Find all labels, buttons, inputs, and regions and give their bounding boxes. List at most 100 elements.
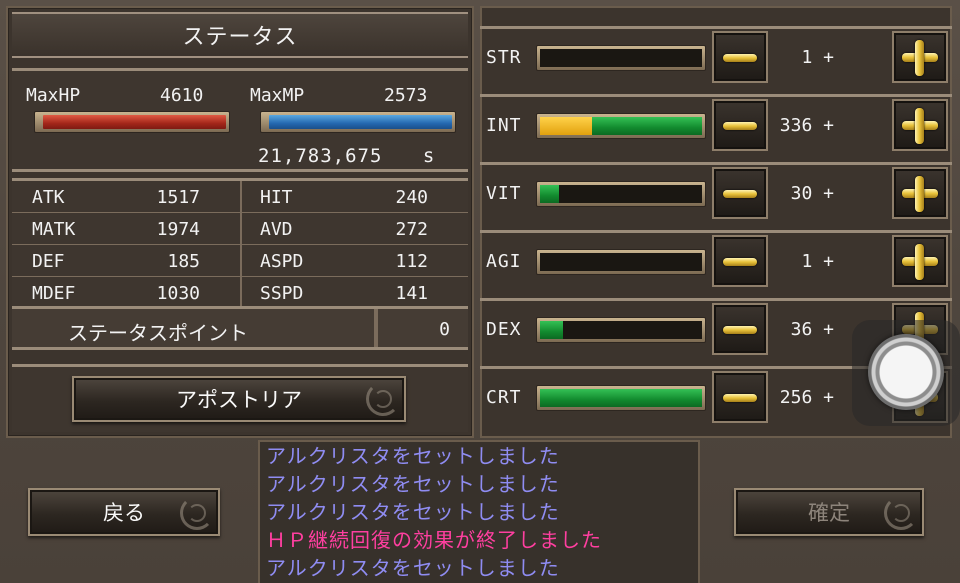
param-plus-sign: + bbox=[823, 47, 834, 68]
param-value-number: 30 bbox=[790, 183, 813, 204]
stat-aspd: ASPD 112 bbox=[240, 245, 468, 277]
stat-label: AVD bbox=[260, 219, 293, 240]
back-button[interactable]: 戻る bbox=[28, 488, 220, 536]
max-mp-label: MaxMP bbox=[250, 85, 305, 106]
stat-value: 112 bbox=[395, 251, 428, 272]
stat-value: 1517 bbox=[156, 187, 200, 208]
stat-value: 141 bbox=[395, 283, 428, 304]
param-gauge bbox=[536, 181, 706, 207]
increase-button[interactable] bbox=[892, 31, 948, 83]
stat-avd: AVD 272 bbox=[240, 213, 468, 245]
stat-label: HIT bbox=[260, 187, 293, 208]
param-row-0: STR 1 + bbox=[480, 26, 952, 90]
gold-amount: 21,783,675 s bbox=[258, 145, 435, 167]
max-hp-label: MaxHP bbox=[26, 85, 81, 106]
stat-label: MATK bbox=[32, 219, 76, 240]
stat-hit: HIT 240 bbox=[240, 181, 468, 213]
param-value: 30 + bbox=[754, 183, 834, 204]
minus-icon bbox=[723, 190, 757, 198]
stat-table: ATK 1517 MATK 1974 DEF 185 MDEF 1030 HIT… bbox=[12, 178, 468, 309]
param-value: 1 + bbox=[754, 251, 834, 272]
stat-matk: MATK 1974 bbox=[12, 213, 240, 245]
increase-button[interactable] bbox=[892, 99, 948, 151]
param-gauge-green bbox=[540, 389, 702, 407]
max-mp-value: 2573 bbox=[384, 85, 428, 106]
param-value-number: 336 bbox=[779, 115, 813, 136]
hp-gauge-fill bbox=[43, 115, 226, 129]
param-gauge-track bbox=[540, 49, 702, 67]
param-name: DEX bbox=[486, 319, 522, 340]
stat-atk: ATK 1517 bbox=[12, 181, 240, 213]
param-name: CRT bbox=[486, 387, 522, 408]
swirl-ornament-icon bbox=[892, 504, 910, 522]
stat-value: 240 bbox=[395, 187, 428, 208]
param-gauge-yellow bbox=[540, 117, 592, 135]
gold-value: 21,783,675 bbox=[258, 145, 383, 167]
param-gauge-track bbox=[540, 185, 702, 203]
stat-def: DEF 185 bbox=[12, 245, 240, 277]
hp-gauge bbox=[34, 111, 230, 133]
increase-button[interactable] bbox=[892, 167, 948, 219]
status-panel: ステータス MaxHP 4610 MaxMP 2573 21,783,675 s… bbox=[6, 6, 474, 438]
log-line: アルクリスタをセットしました bbox=[266, 472, 560, 496]
swirl-ornament-icon bbox=[188, 504, 206, 522]
param-gauge-green bbox=[540, 321, 563, 339]
plus-icon bbox=[915, 176, 924, 212]
param-plus-sign: + bbox=[823, 251, 834, 272]
param-gauge-green bbox=[591, 117, 702, 135]
log-line: アルクリスタをセットしました bbox=[266, 556, 560, 580]
joystick-knob-icon[interactable] bbox=[868, 334, 944, 410]
mp-gauge bbox=[260, 111, 456, 133]
mp-gauge-fill bbox=[269, 115, 452, 129]
swirl-ornament-icon bbox=[374, 390, 392, 408]
param-value: 36 + bbox=[754, 319, 834, 340]
plus-icon bbox=[915, 40, 924, 76]
confirm-button[interactable]: 確定 bbox=[734, 488, 924, 536]
message-log: アルクリスタをセットしました アルクリスタをセットしました アルクリスタをセット… bbox=[258, 440, 700, 583]
stat-value: 272 bbox=[395, 219, 428, 240]
plus-icon bbox=[915, 108, 924, 144]
param-gauge-track bbox=[540, 389, 702, 407]
status-points-value: 0 bbox=[439, 319, 450, 340]
param-value-number: 36 bbox=[790, 319, 813, 340]
param-value: 1 + bbox=[754, 47, 834, 68]
back-button-label: 戻る bbox=[103, 501, 145, 525]
param-gauge-track bbox=[540, 321, 702, 339]
minus-icon bbox=[723, 326, 757, 334]
plus-icon bbox=[915, 244, 924, 280]
param-value-number: 256 bbox=[779, 387, 813, 408]
param-row-2: VIT 30 + bbox=[480, 162, 952, 226]
param-plus-sign: + bbox=[823, 115, 834, 136]
status-points-label: ステータスポイント bbox=[68, 321, 248, 345]
log-line: アルクリスタをセットしました bbox=[266, 444, 560, 468]
increase-button[interactable] bbox=[892, 235, 948, 287]
stat-value: 1974 bbox=[156, 219, 200, 240]
param-plus-sign: + bbox=[823, 319, 834, 340]
param-value-number: 1 bbox=[801, 47, 813, 68]
param-gauge bbox=[536, 249, 706, 275]
apostoria-button[interactable]: アポストリア bbox=[72, 376, 406, 422]
gold-unit: s bbox=[422, 145, 436, 167]
param-plus-sign: + bbox=[823, 387, 834, 408]
log-line: ＨＰ継続回復の効果が終了しました bbox=[266, 528, 602, 552]
param-gauge bbox=[536, 113, 706, 139]
param-gauge bbox=[536, 317, 706, 343]
param-value-number: 1 bbox=[801, 251, 813, 272]
param-row-1: INT 336 + bbox=[480, 94, 952, 158]
param-name: AGI bbox=[486, 251, 522, 272]
virtual-joystick[interactable] bbox=[852, 320, 960, 426]
param-row-3: AGI 1 + bbox=[480, 230, 952, 294]
apostoria-button-label: アポストリア bbox=[176, 388, 302, 412]
param-name: STR bbox=[486, 47, 522, 68]
param-plus-sign: + bbox=[823, 183, 834, 204]
minus-icon bbox=[723, 122, 757, 130]
divider bbox=[374, 309, 378, 347]
param-name: INT bbox=[486, 115, 522, 136]
stat-label: ATK bbox=[32, 187, 65, 208]
param-gauge-track bbox=[540, 117, 702, 135]
param-value: 336 + bbox=[754, 115, 834, 136]
param-name: VIT bbox=[486, 183, 522, 204]
minus-icon bbox=[723, 54, 757, 62]
stat-value: 1030 bbox=[156, 283, 200, 304]
stat-label: ASPD bbox=[260, 251, 304, 272]
